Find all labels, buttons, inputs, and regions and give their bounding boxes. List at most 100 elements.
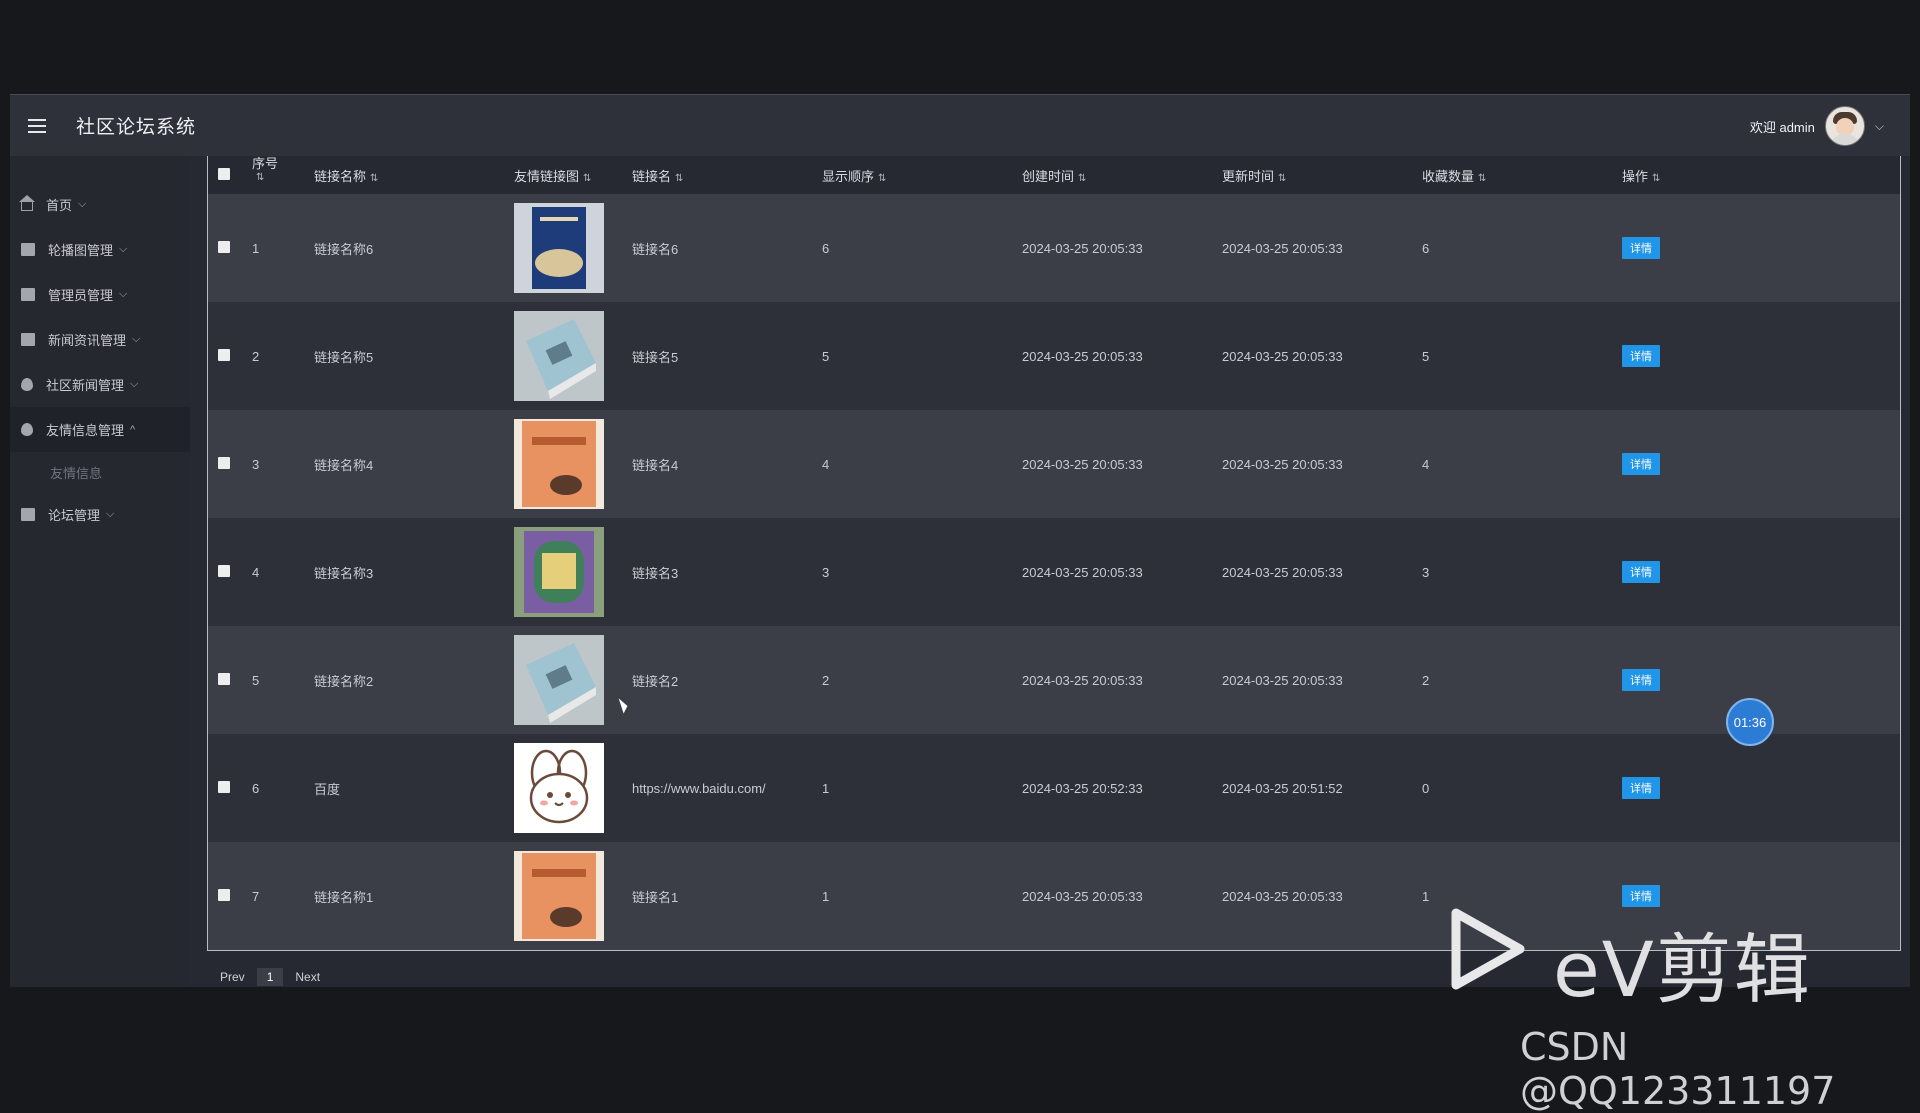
table-row[interactable]: 4 链接名称3 链接名3 3 2024-03-25 20:05:33 2024-03-25…	[208, 518, 1900, 626]
chevron-down-icon: ⌵	[132, 333, 141, 345]
sort-icon[interactable]: ⇅	[370, 173, 378, 184]
detail-button[interactable]: 详情	[1622, 561, 1660, 583]
row-checkbox[interactable]	[218, 348, 230, 361]
cell-favorites: 0	[1422, 780, 1430, 796]
cell-order: 6	[822, 240, 830, 256]
row-checkbox[interactable]	[218, 672, 230, 685]
chevron-down-icon: ⌵	[78, 198, 87, 210]
friend-link-icon	[21, 423, 33, 436]
admin-icon	[21, 288, 35, 301]
row-checkbox[interactable]	[218, 564, 230, 577]
cell-created: 2024-03-25 20:05:33	[1022, 888, 1143, 904]
cell-index: 7	[252, 888, 260, 904]
sort-icon[interactable]: ⇅	[878, 173, 886, 184]
sidebar-item-label: 社区新闻管理	[46, 378, 125, 393]
cell-order: 1	[822, 780, 830, 796]
chevron-down-icon: ⌵	[106, 508, 115, 520]
sidebar-item-community-news[interactable]: 社区新闻管理 ⌵	[10, 362, 190, 407]
cell-name: 链接名称6	[314, 241, 374, 257]
sidebar-item-forum[interactable]: 论坛管理 ⌵	[10, 492, 190, 537]
cell-name: 链接名称4	[314, 457, 374, 473]
cell-thumbnail[interactable]	[514, 410, 622, 518]
row-checkbox[interactable]	[218, 888, 230, 901]
sort-icon[interactable]: ⇅	[256, 172, 264, 183]
sort-icon[interactable]: ⇅	[583, 173, 591, 184]
detail-button[interactable]: 详情	[1622, 345, 1660, 367]
next-page-button[interactable]: Next	[295, 970, 320, 984]
table-row[interactable]: 6 百度 https://www.baidu.com/1 2024-03-25 20:…	[208, 734, 1900, 842]
news-icon	[21, 333, 35, 346]
sort-icon[interactable]: ⇅	[1478, 173, 1486, 184]
cell-index: 3	[252, 456, 260, 472]
row-checkbox[interactable]	[218, 780, 230, 793]
cell-thumbnail[interactable]	[514, 302, 622, 410]
cell-thumbnail[interactable]	[514, 518, 622, 626]
cell-thumbnail[interactable]	[514, 734, 622, 842]
sidebar-item-label: 首页	[46, 198, 73, 213]
cell-link: https://www.baidu.com/	[632, 780, 766, 796]
sidebar-item-carousel[interactable]: 轮播图管理 ⌵	[10, 227, 190, 272]
sort-icon[interactable]: ⇅	[1078, 173, 1086, 184]
sidebar-subitem-friend-info[interactable]: 友情信息	[10, 452, 190, 492]
row-checkbox[interactable]	[218, 456, 230, 469]
row-checkbox[interactable]	[218, 240, 230, 253]
cell-updated: 2024-03-25 20:05:33	[1222, 888, 1343, 904]
table-row[interactable]: 5 链接名称2 链接名2 2 2024-03-25 20:05:33 2024-03-25…	[208, 626, 1900, 734]
table-row[interactable]: 2 链接名称5 链接名5 5 2024-03-25 20:05:33 2024-03-25…	[208, 302, 1900, 410]
sort-icon[interactable]: ⇅	[1652, 173, 1660, 184]
sidebar-item-admin[interactable]: 管理员管理 ⌵	[10, 272, 190, 317]
cell-updated: 2024-03-25 20:05:33	[1222, 240, 1343, 256]
avatar[interactable]	[1824, 106, 1865, 146]
sidebar-item-home[interactable]: 首页 ⌵	[10, 182, 190, 227]
community-icon	[21, 378, 33, 391]
detail-button[interactable]: 详情	[1622, 885, 1660, 907]
cell-thumbnail[interactable]	[514, 626, 622, 734]
cell-order: 2	[822, 672, 830, 688]
table-row[interactable]: 1 链接名称6 链接名6 6 2024-03-25 20:05:33 2024-03-25…	[208, 194, 1900, 302]
cell-favorites: 5	[1422, 348, 1430, 364]
cell-updated: 2024-03-25 20:05:33	[1222, 672, 1343, 688]
column-header-name: 链接名称	[314, 168, 367, 184]
select-all-checkbox[interactable]	[218, 167, 230, 180]
cell-index: 6	[252, 780, 260, 796]
column-header-created: 创建时间	[1022, 168, 1075, 184]
home-icon	[19, 195, 35, 211]
sidebar-item-friend-links[interactable]: 友情信息管理 ^	[10, 407, 190, 452]
forum-icon	[21, 508, 35, 521]
column-header-link: 链接名	[632, 168, 672, 184]
sort-icon[interactable]: ⇅	[675, 173, 683, 184]
cell-updated: 2024-03-25 20:05:33	[1222, 456, 1343, 472]
cell-link: 链接名1	[632, 889, 679, 905]
chevron-down-icon: ⌵	[119, 288, 128, 300]
table-row[interactable]: 3 链接名称4 链接名4 4 2024-03-25 20:05:33 2024-03-25…	[208, 410, 1900, 518]
column-header-updated: 更新时间	[1222, 168, 1275, 184]
detail-button[interactable]: 详情	[1622, 237, 1660, 259]
prev-page-button[interactable]: Prev	[220, 970, 245, 984]
detail-button[interactable]: 详情	[1622, 669, 1660, 691]
sidebar-item-label: 新闻资讯管理	[48, 333, 127, 348]
column-header-image: 友情链接图	[514, 168, 580, 184]
cell-favorites: 6	[1422, 240, 1430, 256]
sort-icon[interactable]: ⇅	[1278, 173, 1286, 184]
chevron-down-icon: ⌵	[130, 378, 139, 390]
cell-link: 链接名3	[632, 565, 679, 581]
page-number-current[interactable]: 1	[256, 968, 284, 986]
detail-button[interactable]: 详情	[1622, 453, 1660, 475]
cell-name: 链接名称3	[314, 565, 374, 581]
user-menu[interactable]: 欢迎 admin ⌵	[1750, 106, 1884, 146]
cell-link: 链接名5	[632, 349, 679, 365]
header: 社区论坛系统 欢迎 admin ⌵	[10, 94, 1910, 156]
detail-button[interactable]: 详情	[1622, 777, 1660, 799]
cell-index: 4	[252, 564, 260, 580]
sidebar-item-news[interactable]: 新闻资讯管理 ⌵	[10, 317, 190, 362]
cell-thumbnail[interactable]	[514, 194, 622, 302]
cell-name: 百度	[314, 781, 341, 797]
cell-created: 2024-03-25 20:52:33	[1022, 780, 1143, 796]
cell-order: 3	[822, 564, 830, 580]
chevron-down-icon[interactable]: ⌵	[1875, 119, 1884, 134]
cell-index: 5	[252, 672, 260, 688]
cell-name: 链接名称1	[314, 889, 374, 905]
menu-toggle-icon[interactable]	[28, 118, 46, 133]
cell-name: 链接名称2	[314, 673, 374, 689]
cell-thumbnail[interactable]	[514, 842, 622, 950]
